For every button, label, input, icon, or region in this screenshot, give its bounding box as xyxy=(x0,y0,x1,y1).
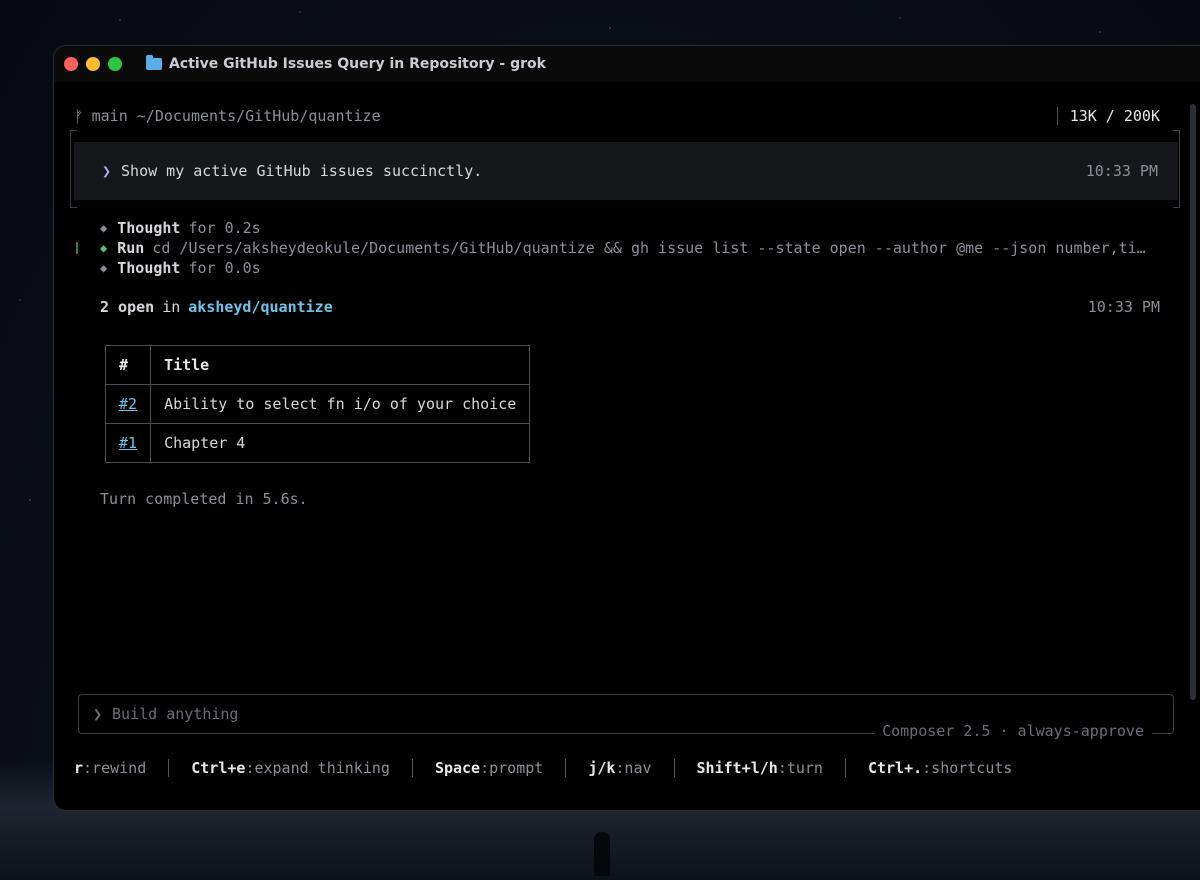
step-key: Thought xyxy=(117,219,181,237)
column-header-title: Title xyxy=(150,345,531,385)
hint-separator xyxy=(673,759,675,777)
table-row: #2 Ability to select fn i/o of your choi… xyxy=(104,384,531,424)
step-key: Run xyxy=(117,239,145,257)
hint-prompt: Space:prompt xyxy=(434,759,544,777)
issues-table: # Title #2 Ability to select fn i/o of y… xyxy=(104,345,531,463)
title-bar: Active GitHub Issues Query in Repository… xyxy=(54,46,1200,82)
diamond-icon: ◆ xyxy=(100,261,108,275)
step-text: for 0.0s xyxy=(188,259,261,277)
run-command: cd /Users/aksheydeokule/Documents/GitHub… xyxy=(152,239,1146,257)
minimize-button[interactable] xyxy=(86,57,100,71)
hint-shortcuts: Ctrl+.:shortcuts xyxy=(867,759,1013,777)
turn-completed: Turn completed in 5.6s. xyxy=(100,490,308,508)
open-count: 2 open xyxy=(100,298,155,316)
hint-rewind: r:rewind xyxy=(74,759,147,777)
table-header-row: # Title xyxy=(104,345,531,385)
table-row: #1 Chapter 4 xyxy=(104,423,531,463)
column-header-number: # xyxy=(104,345,152,385)
terminal-window: Active GitHub Issues Query in Repository… xyxy=(54,46,1200,810)
hint-separator xyxy=(411,759,413,777)
prompt-text: Show my active GitHub issues succinctly. xyxy=(121,162,483,180)
run-indicator xyxy=(76,242,78,254)
step-thought[interactable]: ◆ Thought for 0.2s xyxy=(100,218,1162,238)
diamond-icon: ◆ xyxy=(100,241,108,255)
response-time: 10:33 PM xyxy=(1087,298,1160,316)
status-bar: ᚠ main ~/Documents/GitHub/quantize 13K /… xyxy=(74,104,1160,128)
issue-link[interactable]: #2 xyxy=(119,395,137,413)
hint-separator xyxy=(168,759,170,777)
zoom-button[interactable] xyxy=(108,57,122,71)
prompt-time: 10:33 PM xyxy=(1085,162,1158,180)
window-title: Active GitHub Issues Query in Repository… xyxy=(169,56,546,72)
hint-nav: j/k:nav xyxy=(588,759,652,777)
composer-chevron-icon: ❯ xyxy=(93,705,103,723)
folder-icon xyxy=(146,55,162,70)
issue-title: Ability to select fn i/o of your choice xyxy=(150,384,531,424)
issue-link[interactable]: #1 xyxy=(119,434,137,452)
step-text: for 0.2s xyxy=(188,219,261,237)
diamond-icon: ◆ xyxy=(100,221,108,235)
silhouette-figure xyxy=(594,832,610,876)
composer-input[interactable] xyxy=(110,704,1015,724)
model-label: Composer 2.5 · always-approve xyxy=(874,722,1152,740)
terminal-content: ᚠ main ~/Documents/GitHub/quantize 13K /… xyxy=(54,82,1200,810)
prompt-chevron-icon: ❯ xyxy=(102,162,112,180)
agent-steps: ◆ Thought for 0.2s ◆ Run cd /Users/akshe… xyxy=(100,218,1162,278)
close-button[interactable] xyxy=(64,57,78,71)
issue-title: Chapter 4 xyxy=(150,423,531,463)
hint-turn: Shift+l/h:turn xyxy=(696,759,823,777)
hint-separator xyxy=(844,759,846,777)
git-branch-icon: ᚠ xyxy=(74,106,84,126)
step-key: Thought xyxy=(117,259,181,277)
repo-name: aksheyd/quantize xyxy=(188,298,333,316)
step-run[interactable]: ◆ Run cd /Users/aksheydeokule/Documents/… xyxy=(100,238,1162,258)
response-summary: 2 open in aksheyd/quantize 10:33 PM xyxy=(100,296,1160,318)
scrollbar[interactable] xyxy=(1190,104,1196,700)
hint-expand-thinking: Ctrl+e:expand thinking xyxy=(191,759,390,777)
step-thought[interactable]: ◆ Thought for 0.0s xyxy=(100,258,1162,278)
branch-path: main ~/Documents/GitHub/quantize xyxy=(91,107,381,125)
token-usage: 13K / 200K xyxy=(1056,107,1160,125)
summary-in: in xyxy=(162,298,181,316)
user-prompt[interactable]: ❯ Show my active GitHub issues succinctl… xyxy=(74,142,1178,200)
keyboard-hints: r:rewind Ctrl+e:expand thinking Space:pr… xyxy=(74,756,1012,780)
hint-separator xyxy=(565,759,567,777)
